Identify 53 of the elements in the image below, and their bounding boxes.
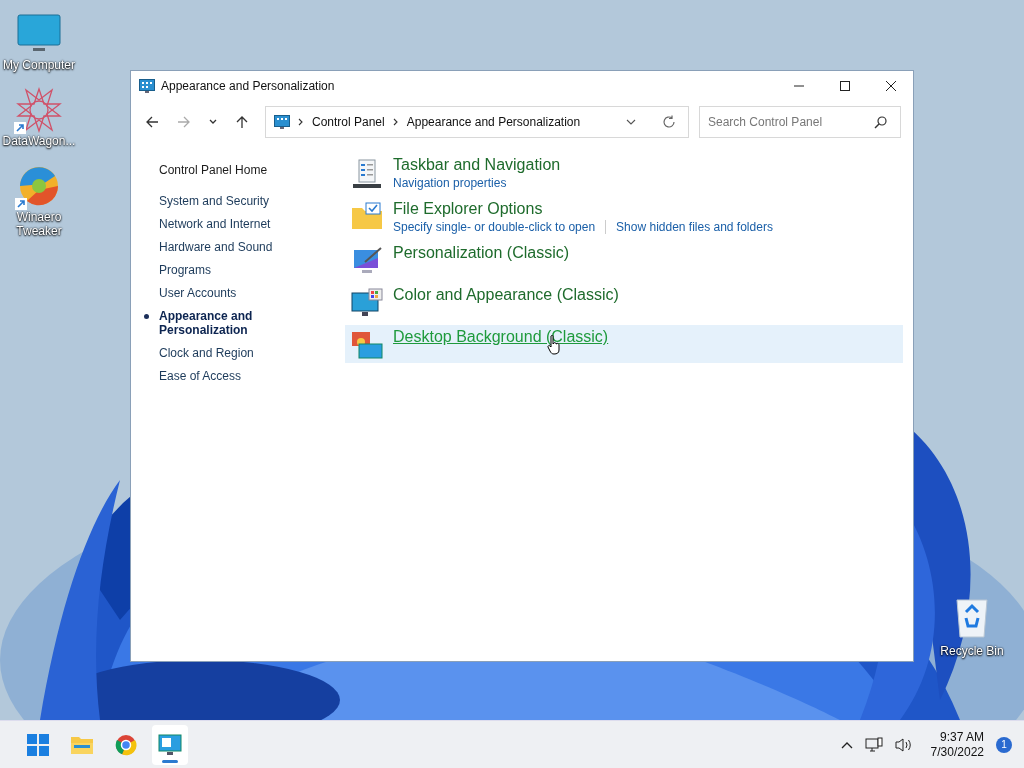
category-link[interactable]: Personalization (Classic) [393, 244, 570, 262]
sidebar-link[interactable]: Programs [159, 263, 331, 277]
control-panel-icon [274, 114, 290, 130]
task-link[interactable]: Specify single- or double-click to open [393, 220, 596, 234]
folder-icon [70, 734, 94, 755]
taskbar-button[interactable] [152, 724, 188, 765]
sidebar-link[interactable]: User Accounts [159, 286, 331, 300]
category-link[interactable]: Taskbar and Navigation [393, 156, 561, 174]
network-icon[interactable] [864, 736, 883, 753]
maximize-icon[interactable] [839, 80, 851, 92]
monitor-icon[interactable] [17, 14, 61, 54]
volume-icon[interactable] [894, 736, 913, 753]
sidebar-link[interactable]: Ease of Access [159, 369, 331, 383]
swirl-icon[interactable] [17, 164, 61, 208]
task-link[interactable]: Navigation properties [393, 176, 507, 190]
address-bar[interactable]: Control Panel Appearance and Personalization [265, 106, 689, 138]
chevron-right-icon[interactable] [392, 118, 399, 126]
sidebar-link[interactable]: Hardware and Sound [159, 240, 331, 254]
notification-badge[interactable]: 1 [996, 736, 1012, 753]
monitor-palette-icon[interactable] [351, 288, 383, 318]
breadcrumb-item[interactable]: Control Panel [312, 115, 385, 129]
sidebar-link[interactable]: Appearance and Personalization [159, 309, 269, 337]
monitor-pen-icon[interactable] [351, 246, 383, 276]
chevron-down-icon[interactable] [626, 119, 636, 125]
folder-check-icon[interactable] [351, 202, 383, 230]
category-link[interactable]: Color and Appearance (Classic) [393, 286, 619, 304]
sidebar-link[interactable]: Control Panel Home [159, 163, 331, 177]
chevron-right-icon[interactable] [298, 118, 304, 126]
checklist-icon[interactable] [351, 158, 383, 190]
close-icon[interactable] [885, 80, 897, 92]
star-pattern-icon[interactable] [16, 87, 62, 133]
desktop-background-icon[interactable] [351, 330, 383, 360]
sidebar-link[interactable]: System and Security [159, 194, 331, 208]
chevron-up-icon[interactable] [840, 740, 853, 749]
recycle-bin-icon[interactable] [954, 596, 990, 638]
refresh-icon[interactable] [662, 115, 676, 129]
browser-icon [115, 733, 137, 756]
clock-date[interactable]: 7/30/2022 [930, 744, 984, 760]
chevron-down-icon[interactable] [209, 119, 217, 125]
task-link[interactable]: Show hidden files and folders [616, 220, 773, 234]
search-icon[interactable] [874, 116, 887, 129]
breadcrumb-item[interactable]: Appearance and Personalization [406, 115, 581, 129]
search-field[interactable]: Search Control Panel [699, 106, 901, 138]
sidebar-link[interactable]: Clock and Region [159, 346, 331, 360]
clock-time[interactable]: 9:37 AM [939, 729, 984, 745]
sidebar-link[interactable]: Network and Internet [159, 217, 331, 231]
monitor-icon [158, 733, 182, 756]
category-link[interactable]: File Explorer Options [393, 200, 773, 218]
back-icon[interactable] [145, 115, 159, 129]
up-icon[interactable] [235, 115, 249, 129]
windows-logo-icon [27, 733, 49, 756]
control-panel-icon [139, 78, 155, 94]
window-title: Appearance and Personalization [161, 79, 335, 93]
